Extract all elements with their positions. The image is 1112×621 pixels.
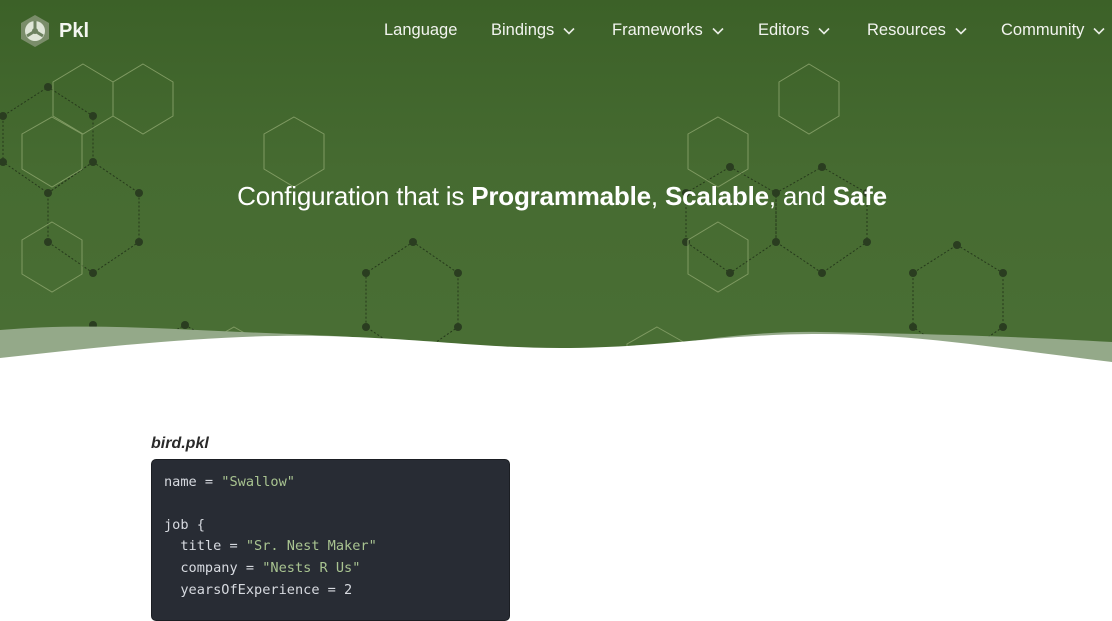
- hero-headline: Configuration that is Programmable, Scal…: [0, 181, 1112, 212]
- code-line: name = "Swallow": [164, 474, 295, 490]
- code-string: "Swallow": [221, 474, 295, 490]
- nav-resources[interactable]: Resources: [867, 21, 967, 40]
- code-string: "Nests R Us": [262, 560, 361, 576]
- headline-prefix: Configuration that is: [237, 181, 472, 211]
- chevron-down-icon: [818, 27, 830, 35]
- code-line: company = "Nests R Us": [164, 560, 360, 576]
- code-line: job {: [164, 517, 205, 533]
- nav-editors[interactable]: Editors: [758, 21, 830, 40]
- example-filename: bird.pkl: [151, 435, 209, 452]
- nav-language-label: Language: [384, 21, 458, 39]
- top-navigation: Pkl Language Bindings Frameworks Editors…: [0, 0, 1112, 62]
- nav-community[interactable]: Community: [1001, 21, 1106, 40]
- headline-safe: Safe: [832, 181, 887, 211]
- hero-banner: Pkl Language Bindings Frameworks Editors…: [0, 0, 1112, 380]
- nav-resources-label: Resources: [867, 21, 946, 39]
- code-block: name = "Swallow" job { title = "Sr. Nest…: [151, 459, 510, 621]
- code-text: company =: [164, 560, 263, 576]
- nav-editors-label: Editors: [758, 21, 810, 39]
- headline-programmable: Programmable: [471, 181, 651, 211]
- code-line: title = "Sr. Nest Maker": [164, 538, 377, 554]
- chevron-down-icon: [955, 27, 967, 35]
- nav-bindings[interactable]: Bindings: [491, 21, 575, 40]
- brand-name: Pkl: [59, 19, 90, 42]
- headline-separator: , and: [768, 181, 833, 211]
- nav-frameworks-label: Frameworks: [612, 21, 703, 39]
- chevron-down-icon: [712, 27, 724, 35]
- brand-home-link[interactable]: Pkl: [18, 14, 89, 48]
- code-text: title =: [164, 538, 246, 554]
- code-string: "Sr. Nest Maker": [245, 538, 377, 554]
- chevron-down-icon: [1093, 27, 1106, 35]
- code-line: yearsOfExperience = 2: [164, 582, 353, 598]
- nav-community-label: Community: [1001, 21, 1085, 39]
- nav-language[interactable]: Language: [384, 21, 457, 40]
- chevron-down-icon: [563, 27, 575, 35]
- code-text: name =: [164, 474, 222, 490]
- nav-frameworks[interactable]: Frameworks: [612, 21, 724, 40]
- nav-bindings-label: Bindings: [491, 21, 555, 39]
- headline-scalable: Scalable: [664, 181, 769, 211]
- headline-separator: ,: [650, 181, 665, 211]
- pkl-logo-icon: [21, 15, 49, 47]
